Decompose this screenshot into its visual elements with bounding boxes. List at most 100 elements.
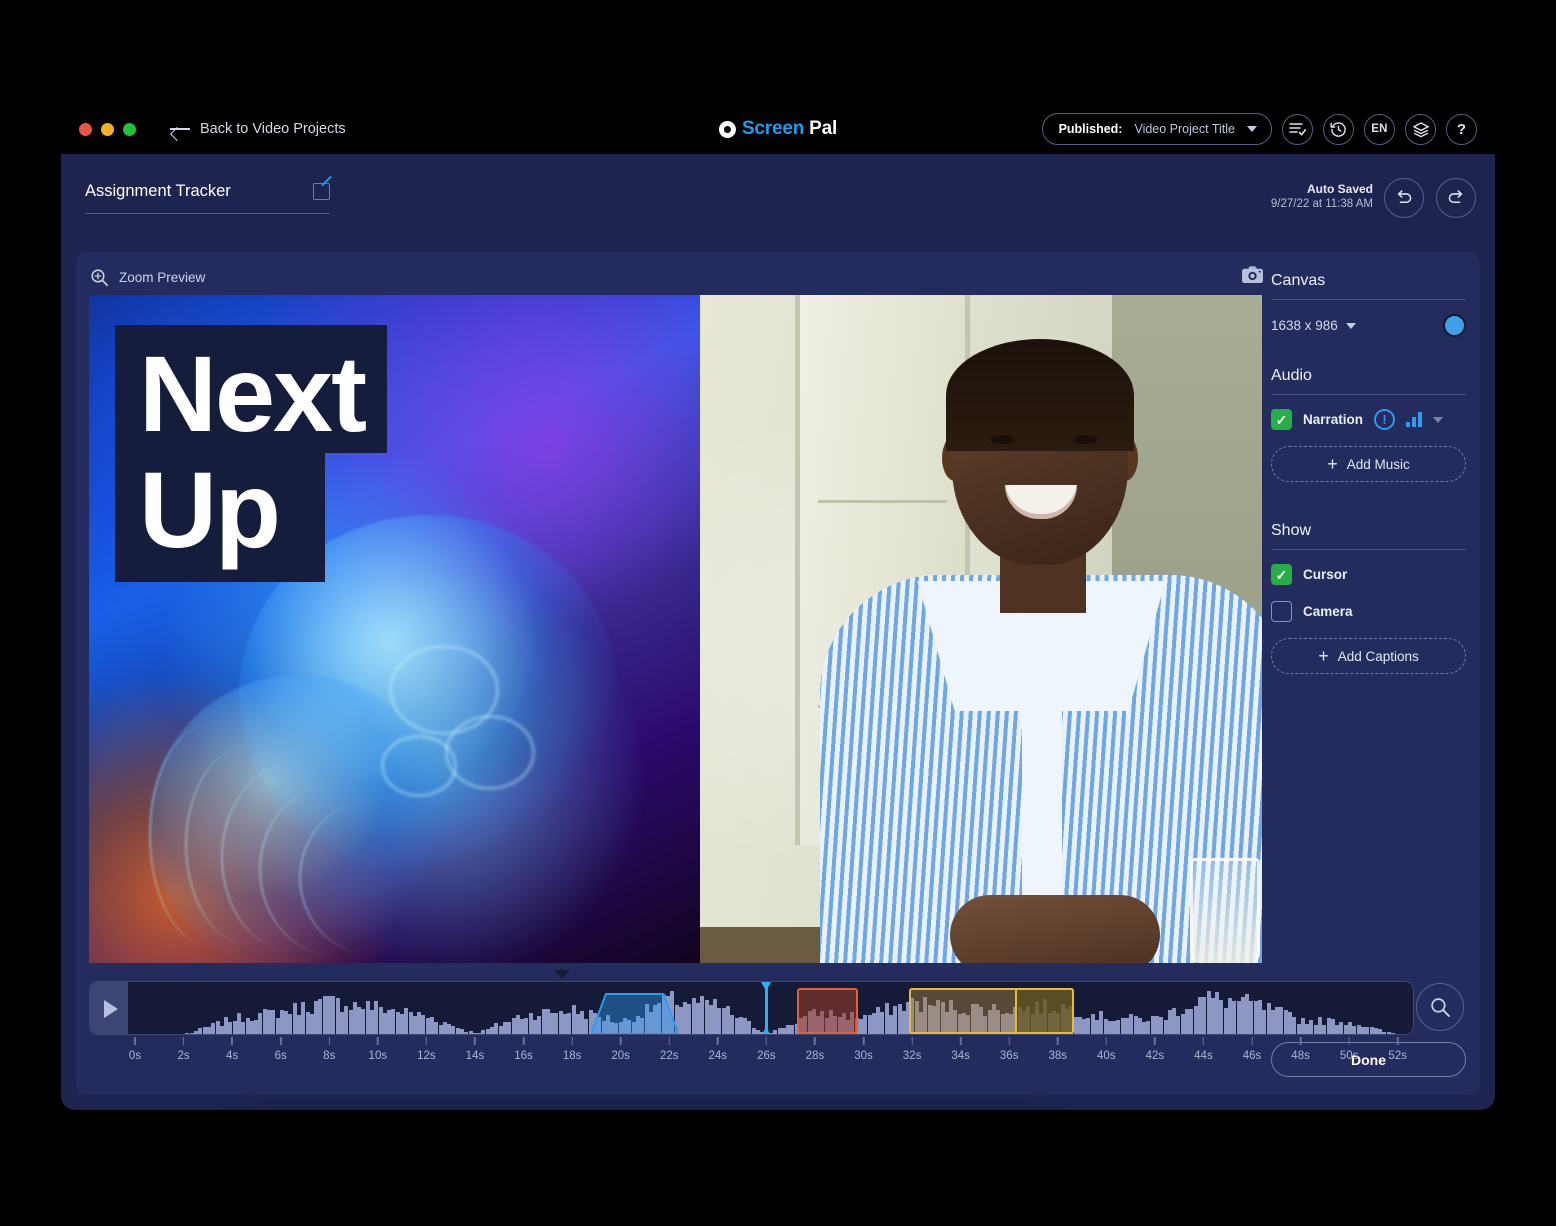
add-music-label: Add Music bbox=[1346, 456, 1410, 472]
autosave-status: Auto Saved 9/27/22 at 11:38 AM bbox=[1271, 182, 1373, 210]
zoom-region-selection[interactable] bbox=[589, 990, 679, 1034]
timeline-tick: 28s bbox=[806, 1037, 824, 1062]
timeline-track[interactable] bbox=[89, 981, 1414, 1035]
search-magnifier-icon bbox=[1431, 998, 1450, 1017]
back-link-label: Back to Video Projects bbox=[200, 121, 346, 137]
timeline: 0s 2s 4s 6s 8s 10s 12s 14s 16s 18s 20s 22s 24s 26s 28s… bbox=[89, 970, 1464, 1081]
divider bbox=[1271, 299, 1466, 300]
timeline-tick: 16s bbox=[514, 1037, 533, 1062]
timeline-tick: 10s bbox=[369, 1037, 387, 1062]
properties-sidebar: Canvas 1638 x 986 Audio ✓ Narration ! + … bbox=[1271, 272, 1466, 1077]
screenpal-logo: Screen Pal bbox=[718, 118, 838, 140]
timeline-tick: 18s bbox=[563, 1037, 581, 1062]
editor-panel: Zoom Preview Next Up Canvas 1638 x 986 A… bbox=[76, 252, 1480, 1095]
camera-checkbox[interactable] bbox=[1271, 601, 1292, 622]
page-title: Assignment Tracker bbox=[85, 182, 231, 200]
narration-row: ✓ Narration ! bbox=[1271, 409, 1466, 430]
red-clip[interactable] bbox=[796, 988, 858, 1034]
project-header: Assignment Tracker Auto Saved 9/27/22 at… bbox=[61, 154, 1495, 244]
audio-section-title: Audio bbox=[1271, 367, 1312, 384]
divider bbox=[1271, 549, 1466, 550]
tasks-checklist-icon[interactable] bbox=[1282, 113, 1313, 145]
video-preview-canvas[interactable]: Next Up bbox=[89, 295, 1262, 963]
zoom-preview-label: Zoom Preview bbox=[119, 269, 206, 285]
publish-status-dropdown[interactable]: Published: Video Project Title bbox=[1041, 113, 1272, 145]
overlay-line-2: Up bbox=[115, 452, 325, 583]
project-title-field[interactable]: Assignment Tracker bbox=[85, 182, 330, 214]
brand-part1: Screen bbox=[741, 118, 805, 139]
green-clip[interactable] bbox=[1015, 988, 1074, 1034]
timeline-tick: 48s bbox=[1291, 1037, 1310, 1062]
divider bbox=[1271, 394, 1466, 395]
magnifier-plus-icon bbox=[91, 268, 108, 286]
add-captions-label: Add Captions bbox=[1337, 648, 1419, 664]
timeline-tick: 14s bbox=[466, 1037, 484, 1062]
timeline-playhead[interactable] bbox=[761, 982, 772, 1034]
audio-waveform[interactable] bbox=[128, 982, 1413, 1034]
preview-left-media: Next Up bbox=[89, 295, 700, 963]
cursor-checkbox[interactable]: ✓ bbox=[1271, 564, 1292, 585]
redo-arrow-icon[interactable] bbox=[1436, 178, 1476, 218]
timeline-tick: 46s bbox=[1243, 1037, 1261, 1062]
help-icon[interactable]: ? bbox=[1446, 113, 1477, 145]
canvas-size-value: 1638 x 986 bbox=[1271, 318, 1338, 333]
undo-redo-group bbox=[1384, 178, 1476, 218]
audio-levels-icon[interactable] bbox=[1406, 412, 1422, 427]
narration-checkbox[interactable]: ✓ bbox=[1271, 409, 1292, 430]
waveform-bar bbox=[1390, 1033, 1395, 1034]
background-color-swatch[interactable] bbox=[1443, 314, 1466, 337]
popup-pointer-arrow bbox=[554, 970, 570, 979]
canvas-size-dropdown[interactable]: 1638 x 986 bbox=[1271, 318, 1356, 333]
timeline-tick: 4s bbox=[226, 1037, 238, 1062]
plus-icon: + bbox=[1318, 646, 1329, 666]
narration-options-chevron-down-icon[interactable] bbox=[1432, 416, 1443, 423]
timeline-tick: 0s bbox=[129, 1037, 141, 1062]
language-icon[interactable]: EN bbox=[1364, 113, 1395, 145]
overlay-line-1: Next bbox=[115, 325, 388, 453]
camera-label: Camera bbox=[1303, 604, 1353, 619]
zoom-preview-toggle[interactable]: Zoom Preview bbox=[90, 268, 205, 287]
window-traffic-lights bbox=[79, 122, 136, 136]
plus-icon: + bbox=[1327, 454, 1338, 474]
add-music-button[interactable]: + Add Music bbox=[1271, 446, 1466, 482]
brand-part2: Pal bbox=[809, 118, 838, 139]
timeline-tick: 6s bbox=[275, 1037, 287, 1062]
timeline-tick: 12s bbox=[417, 1037, 436, 1062]
cursor-label: Cursor bbox=[1303, 567, 1348, 582]
close-window-button[interactable] bbox=[79, 122, 92, 136]
history-clock-icon[interactable] bbox=[1323, 113, 1354, 145]
undo-arrow-icon[interactable] bbox=[1384, 178, 1424, 218]
show-section-title: Show bbox=[1271, 522, 1312, 539]
timeline-tick: 24s bbox=[709, 1037, 727, 1062]
camera-row: Camera bbox=[1271, 601, 1466, 622]
timeline-tick: 2s bbox=[177, 1037, 190, 1062]
autosave-time: 9/27/22 at 11:38 AM bbox=[1270, 198, 1373, 210]
narration-label: Narration bbox=[1303, 412, 1364, 427]
chevron-down-icon bbox=[1345, 322, 1356, 329]
play-icon bbox=[104, 1000, 118, 1018]
maximize-window-button[interactable] bbox=[123, 122, 136, 136]
timeline-tick: 32s bbox=[903, 1037, 921, 1062]
timeline-tick: 26s bbox=[757, 1037, 776, 1062]
arrow-left-icon bbox=[170, 122, 190, 136]
screenpal-logo-icon bbox=[718, 120, 736, 138]
app-window: Back to Video Projects Screen Pal Publish… bbox=[61, 104, 1495, 1110]
chevron-down-icon bbox=[1247, 126, 1257, 132]
cursor-row: ✓ Cursor bbox=[1271, 564, 1466, 585]
exclamation-circle-icon[interactable]: ! bbox=[1374, 409, 1396, 430]
titlebar-actions: Published: Video Project Title EN ? bbox=[1041, 113, 1477, 145]
minimize-window-button[interactable] bbox=[101, 122, 114, 136]
timeline-zoom-button[interactable] bbox=[1416, 983, 1464, 1031]
timeline-tick: 52s bbox=[1388, 1037, 1407, 1062]
edit-pencil-icon[interactable] bbox=[313, 183, 330, 200]
layers-icon[interactable] bbox=[1405, 113, 1436, 145]
autosave-label: Auto Saved bbox=[1306, 182, 1373, 196]
timeline-tick: 38s bbox=[1048, 1037, 1067, 1062]
back-to-video-projects-link[interactable]: Back to Video Projects bbox=[170, 121, 346, 137]
add-captions-button[interactable]: + Add Captions bbox=[1271, 638, 1466, 674]
preview-toolbar: Zoom Preview bbox=[90, 262, 1464, 292]
preview-right-media bbox=[700, 295, 1262, 963]
timeline-tick: 34s bbox=[951, 1037, 970, 1062]
title-card-overlay: Next Up bbox=[115, 325, 388, 583]
timeline-play-button[interactable] bbox=[90, 982, 128, 1034]
